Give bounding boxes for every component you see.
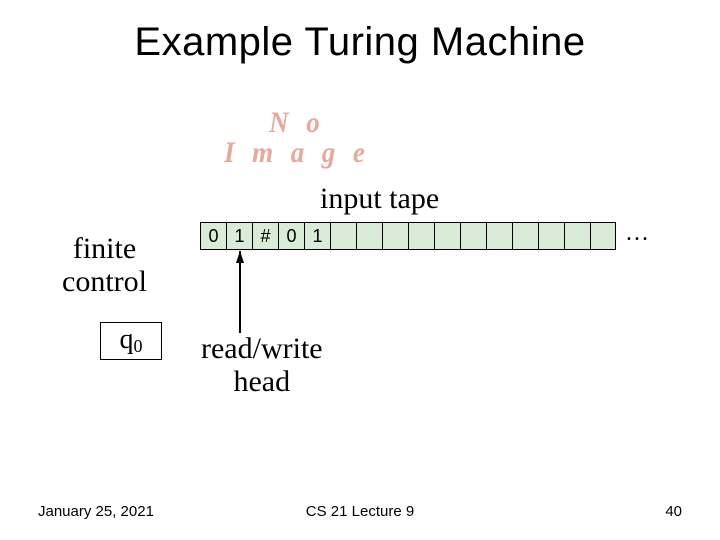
footer-lecture: CS 21 Lecture 9	[0, 503, 720, 520]
finite-control-line2: control	[62, 265, 147, 298]
tape-cell: 1	[226, 222, 252, 250]
no-image-line2: I m a g e	[224, 136, 370, 169]
input-tape-label: input tape	[320, 182, 439, 216]
tape-cell	[434, 222, 460, 250]
rw-head-line1: read/write	[201, 332, 323, 365]
state-subscript: 0	[134, 336, 143, 356]
tape-cell: 1	[304, 222, 330, 250]
finite-control-line1: finite	[73, 232, 136, 265]
tape-cell	[460, 222, 486, 250]
no-image-placeholder: N o I m a g e	[224, 108, 370, 168]
finite-control-label: finite control	[62, 232, 147, 298]
tape-cell	[512, 222, 538, 250]
slide-title: Example Turing Machine	[0, 0, 720, 65]
footer-page-number: 40	[665, 503, 682, 520]
tape-cell	[408, 222, 434, 250]
tape: 0 1 # 0 1	[200, 222, 616, 250]
tape-cell: 0	[200, 222, 226, 250]
tape-cell: #	[252, 222, 278, 250]
head-arrow-icon	[236, 251, 256, 341]
tape-cell	[382, 222, 408, 250]
tape-cell	[538, 222, 564, 250]
no-image-line1: N o	[269, 106, 325, 139]
tape-cell	[564, 222, 590, 250]
tape-cell	[486, 222, 512, 250]
tape-ellipsis: …	[625, 220, 649, 247]
tape-cell: 0	[278, 222, 304, 250]
state-symbol: q	[120, 324, 134, 355]
tape-cell	[356, 222, 382, 250]
state-box: q0	[100, 322, 162, 360]
tape-cell	[330, 222, 356, 250]
read-write-head-label: read/write head	[201, 332, 323, 398]
rw-head-line2: head	[233, 365, 290, 398]
tape-cell	[590, 222, 616, 250]
